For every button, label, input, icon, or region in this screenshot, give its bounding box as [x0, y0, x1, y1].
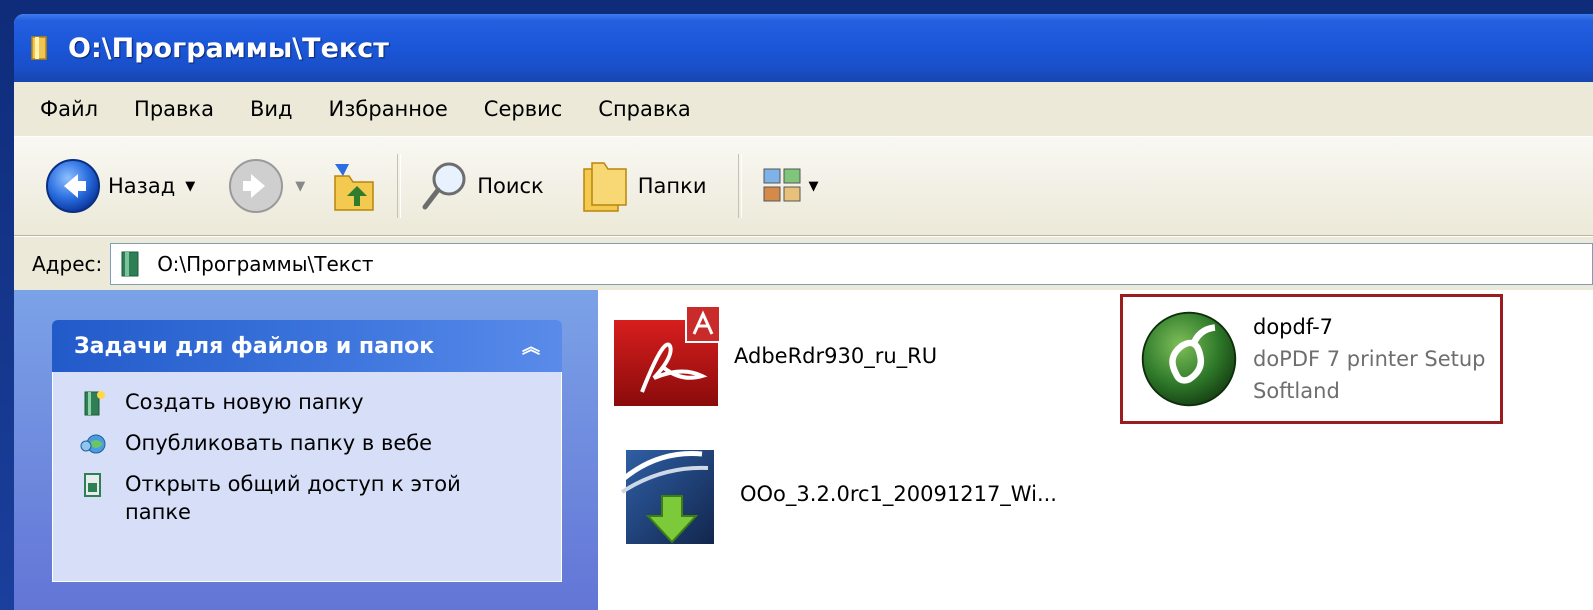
file-description: doPDF 7 printer Setup	[1253, 347, 1486, 371]
folder-icon	[31, 36, 47, 60]
task-list: Создать новую папку Опубликовать папку в…	[52, 372, 562, 582]
forward-dropdown-icon[interactable]: ▼	[295, 179, 305, 194]
menu-view[interactable]: Вид	[250, 97, 293, 121]
dopdf-icon	[1141, 311, 1237, 407]
toolbar-separator	[397, 154, 402, 218]
address-value: O:\Программы\Текст	[157, 252, 374, 276]
menu-favorites[interactable]: Избранное	[329, 97, 448, 121]
back-button[interactable]: Назад ▼	[38, 151, 201, 221]
folders-label: Папки	[637, 174, 707, 198]
file-meta: dopdf-7 doPDF 7 printer Setup Softland	[1253, 311, 1486, 407]
publish-web-icon	[80, 434, 106, 454]
up-folder-button[interactable]	[321, 151, 385, 221]
openoffice-installer-icon	[620, 450, 714, 544]
menu-file[interactable]: Файл	[40, 97, 98, 121]
collapse-icon[interactable]: ︽	[518, 333, 544, 359]
task-label: Открыть общий доступ к этой папке	[125, 472, 461, 524]
content-area: Задачи для файлов и папок ︽ Создать нову…	[14, 290, 1593, 610]
up-folder-icon	[334, 164, 374, 211]
address-label: Адрес:	[32, 252, 103, 276]
title-bar[interactable]: O:\Программы\Текст	[14, 14, 1593, 82]
address-field[interactable]: O:\Программы\Текст	[110, 243, 1593, 285]
forward-arrow-icon	[229, 159, 284, 213]
task-panel-header[interactable]: Задачи для файлов и папок ︽	[52, 320, 562, 372]
search-icon	[422, 162, 466, 210]
window-title: O:\Программы\Текст	[68, 32, 389, 64]
task-share-folder[interactable]: Открыть общий доступ к этой папке	[53, 464, 561, 532]
new-folder-icon	[84, 391, 105, 416]
file-company: Softland	[1253, 379, 1340, 403]
adobe-reader-icon	[614, 306, 720, 406]
file-item[interactable]: OOo_3.2.0rc1_20091217_Wi...	[618, 440, 1057, 548]
file-item[interactable]: AdbeRdr930_ru_RU	[612, 306, 937, 406]
address-bar: Адрес: O:\Программы\Текст	[14, 236, 1593, 292]
task-pane: Задачи для файлов и папок ︽ Создать нову…	[14, 290, 598, 610]
desktop-background: O:\Программы\Текст Файл Правка Вид Избра…	[0, 0, 1593, 610]
explorer-window: O:\Программы\Текст Файл Правка Вид Избра…	[14, 14, 1593, 610]
file-name: OOo_3.2.0rc1_20091217_Wi...	[740, 482, 1057, 506]
views-button[interactable]: ▼	[754, 151, 824, 221]
forward-button[interactable]: ▼	[221, 151, 311, 221]
back-dropdown-icon[interactable]: ▼	[185, 179, 195, 194]
task-label: Опубликовать папку в вебе	[125, 431, 433, 455]
task-new-folder[interactable]: Создать новую папку	[53, 382, 561, 423]
file-item-selected[interactable]: dopdf-7 doPDF 7 printer Setup Softland	[1120, 294, 1503, 424]
file-name: AdbeRdr930_ru_RU	[734, 344, 938, 368]
file-list: AdbeRdr930_ru_RU OOo_3.2.0rc1_20091217_W…	[598, 290, 1593, 610]
back-arrow-icon	[46, 159, 100, 213]
search-button[interactable]: Поиск	[413, 151, 550, 221]
toolbar: Назад ▼ ▼ Поиск Папки ▼	[14, 137, 1593, 236]
menu-help[interactable]: Справка	[598, 97, 691, 121]
views-icon	[763, 168, 801, 202]
folder-icon	[121, 251, 139, 277]
views-dropdown-icon[interactable]: ▼	[808, 179, 818, 194]
menu-tools[interactable]: Сервис	[484, 97, 562, 121]
search-label: Поиск	[477, 174, 544, 198]
task-label: Создать новую папку	[125, 390, 364, 414]
toolbar-separator	[738, 154, 743, 218]
task-publish-web[interactable]: Опубликовать папку в вебе	[53, 423, 561, 464]
file-folder-tasks-panel: Задачи для файлов и папок ︽ Создать нову…	[52, 320, 562, 584]
back-label: Назад	[108, 174, 176, 198]
menu-bar: Файл Правка Вид Избранное Сервис Справка	[14, 82, 1593, 137]
task-panel-title: Задачи для файлов и папок	[74, 333, 435, 359]
folders-button[interactable]: Папки	[572, 151, 713, 221]
menu-edit[interactable]: Правка	[134, 97, 214, 121]
folders-icon	[583, 162, 627, 212]
share-folder-icon	[84, 473, 101, 497]
file-name: dopdf-7	[1253, 315, 1334, 339]
